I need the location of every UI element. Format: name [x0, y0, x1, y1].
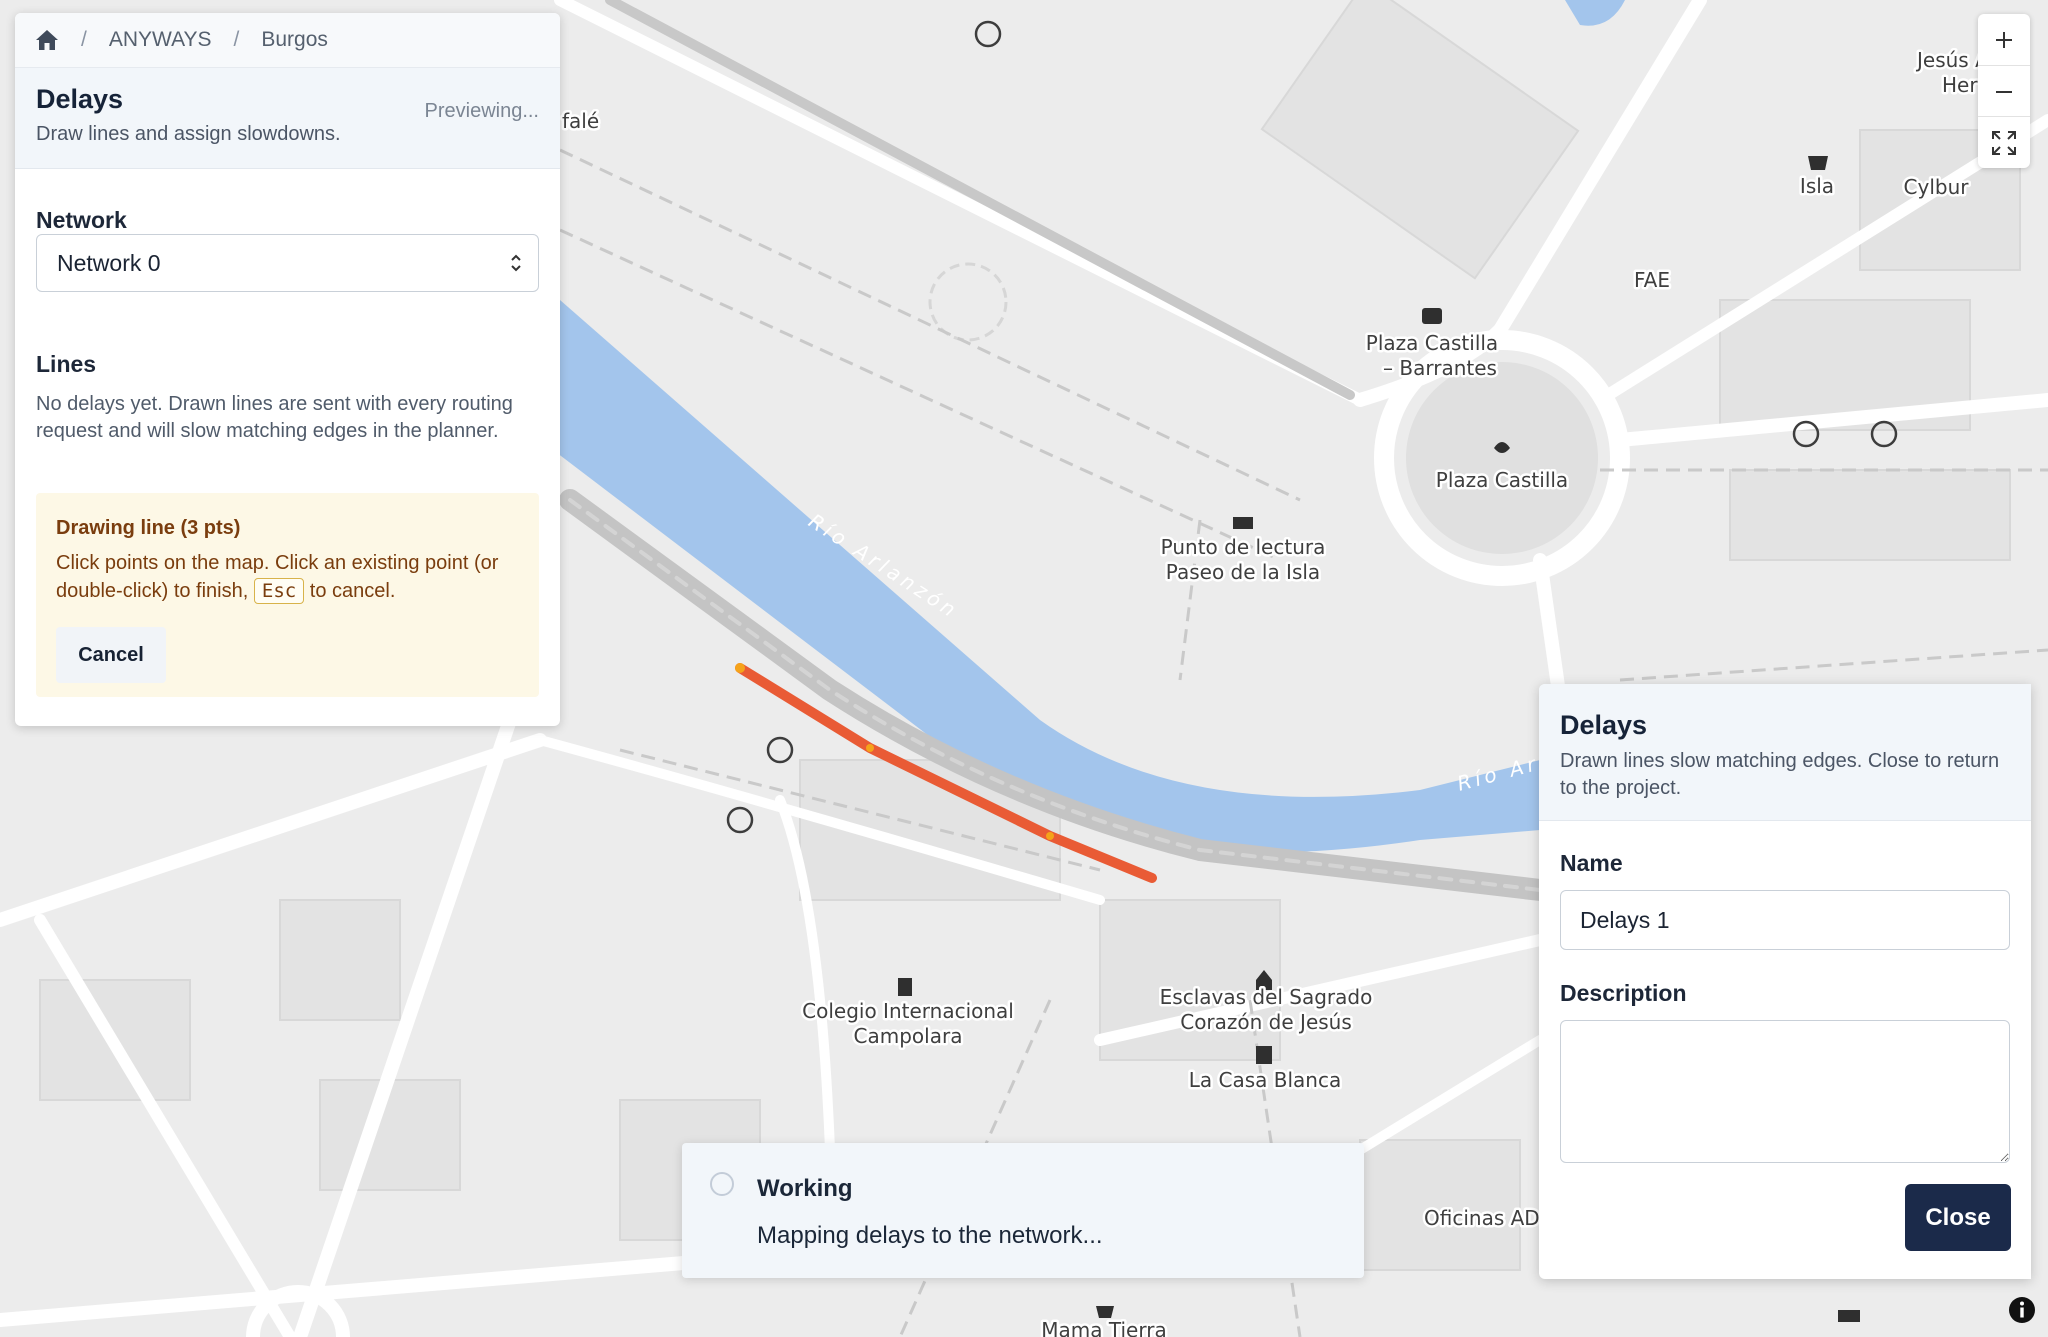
drawing-instructions: Click points on the map. Click an existi… — [56, 549, 531, 605]
breadcrumb: / ANYWAYS / Burgos — [15, 13, 560, 68]
description-label: Description — [1560, 980, 1687, 1006]
network-label: Network — [36, 207, 127, 233]
map-label: falé — [562, 109, 599, 133]
delays-panel: / ANYWAYS / Burgos Delays Draw lines and… — [15, 13, 560, 726]
panel-subtitle: Draw lines and assign slowdowns. — [36, 123, 341, 145]
network-select-value: Network 0 — [57, 249, 161, 276]
map-label: Cylbur — [1904, 175, 1970, 199]
working-toast: Working Mapping delays to the network... — [682, 1143, 1364, 1278]
map-label: Esclavas del Sagrado — [1160, 985, 1373, 1009]
map-label: Plaza Castilla — [1366, 331, 1498, 355]
lines-label: Lines — [36, 351, 97, 377]
close-button[interactable]: Close — [1905, 1184, 2011, 1251]
home-icon[interactable] — [35, 29, 59, 51]
map-label: Paseo de la Isla — [1166, 560, 1320, 584]
esc-key: Esc — [253, 578, 305, 604]
map-label: FAE — [1634, 268, 1670, 292]
zoom-out-button[interactable] — [1978, 65, 2030, 117]
breadcrumb-separator: / — [81, 28, 87, 51]
breadcrumb-separator: / — [233, 28, 240, 51]
school-icon — [898, 978, 912, 996]
shop-icon — [1808, 156, 1828, 170]
info-icon[interactable] — [2007, 1295, 2037, 1325]
map-label: Campolara — [854, 1024, 963, 1048]
drawing-notice: Drawing line (3 pts) Click points on the… — [36, 493, 539, 697]
spinner-icon — [710, 1172, 734, 1196]
breadcrumb-item-project[interactable]: Burgos — [261, 28, 328, 52]
panel-header: Delays Draw lines and assign slowdowns. … — [15, 68, 560, 169]
toast-message: Mapping delays to the network... — [757, 1222, 1103, 1249]
drawing-title: Drawing line (3 pts) — [56, 517, 241, 539]
drawing-instruction-text: to cancel. — [309, 580, 396, 602]
map-label: Oficinas ADI — [1424, 1206, 1546, 1230]
name-label: Name — [1560, 850, 1623, 876]
name-input[interactable] — [1560, 890, 2010, 950]
toast-title: Working — [757, 1175, 853, 1202]
lines-empty-text: No delays yet. Drawn lines are sent with… — [36, 393, 513, 442]
preview-status: Previewing... — [424, 100, 540, 122]
plus-icon — [1996, 31, 2012, 48]
fullscreen-button[interactable] — [1978, 116, 2030, 168]
book-icon — [1233, 517, 1253, 529]
map-label: La Casa Blanca — [1189, 1068, 1341, 1092]
shop-icon — [1096, 1306, 1114, 1318]
map-label: Her — [1942, 73, 1978, 97]
dialog-header: Delays Drawn lines slow matching edges. … — [1539, 684, 2031, 821]
network-select[interactable]: Network 0 — [36, 234, 539, 292]
description-input[interactable] — [1560, 1020, 2010, 1163]
dialog-subtitle: Drawn lines slow matching edges. Close t… — [1560, 750, 2000, 799]
dialog-title: Delays — [1560, 710, 1648, 740]
map-label: Mama Tierra — [1041, 1318, 1166, 1337]
minus-icon — [1996, 90, 2012, 93]
monument-icon — [1256, 1046, 1272, 1064]
map-label: Corazón de Jesús — [1180, 1010, 1352, 1034]
fullscreen-icon — [1992, 130, 2016, 155]
map-label: Punto de lectura — [1161, 535, 1326, 559]
delays-dialog: Delays Drawn lines slow matching edges. … — [1539, 684, 2031, 1279]
zoom-in-button[interactable] — [1978, 14, 2030, 65]
map-label: Isla — [1800, 174, 1834, 198]
map-controls — [1978, 14, 2030, 168]
panel-title: Delays — [36, 84, 124, 114]
breadcrumb-item-organization[interactable]: ANYWAYS — [109, 28, 212, 52]
map-label: – Barrantes — [1383, 356, 1497, 380]
hotel-icon — [1838, 1310, 1860, 1322]
select-chevron-icon — [511, 254, 521, 272]
map-label: Colegio Internacional — [802, 999, 1014, 1023]
bus-stop-icon — [1422, 308, 1442, 324]
cancel-drawing-button[interactable]: Cancel — [56, 627, 166, 683]
map-label: Plaza Castilla — [1436, 468, 1568, 492]
